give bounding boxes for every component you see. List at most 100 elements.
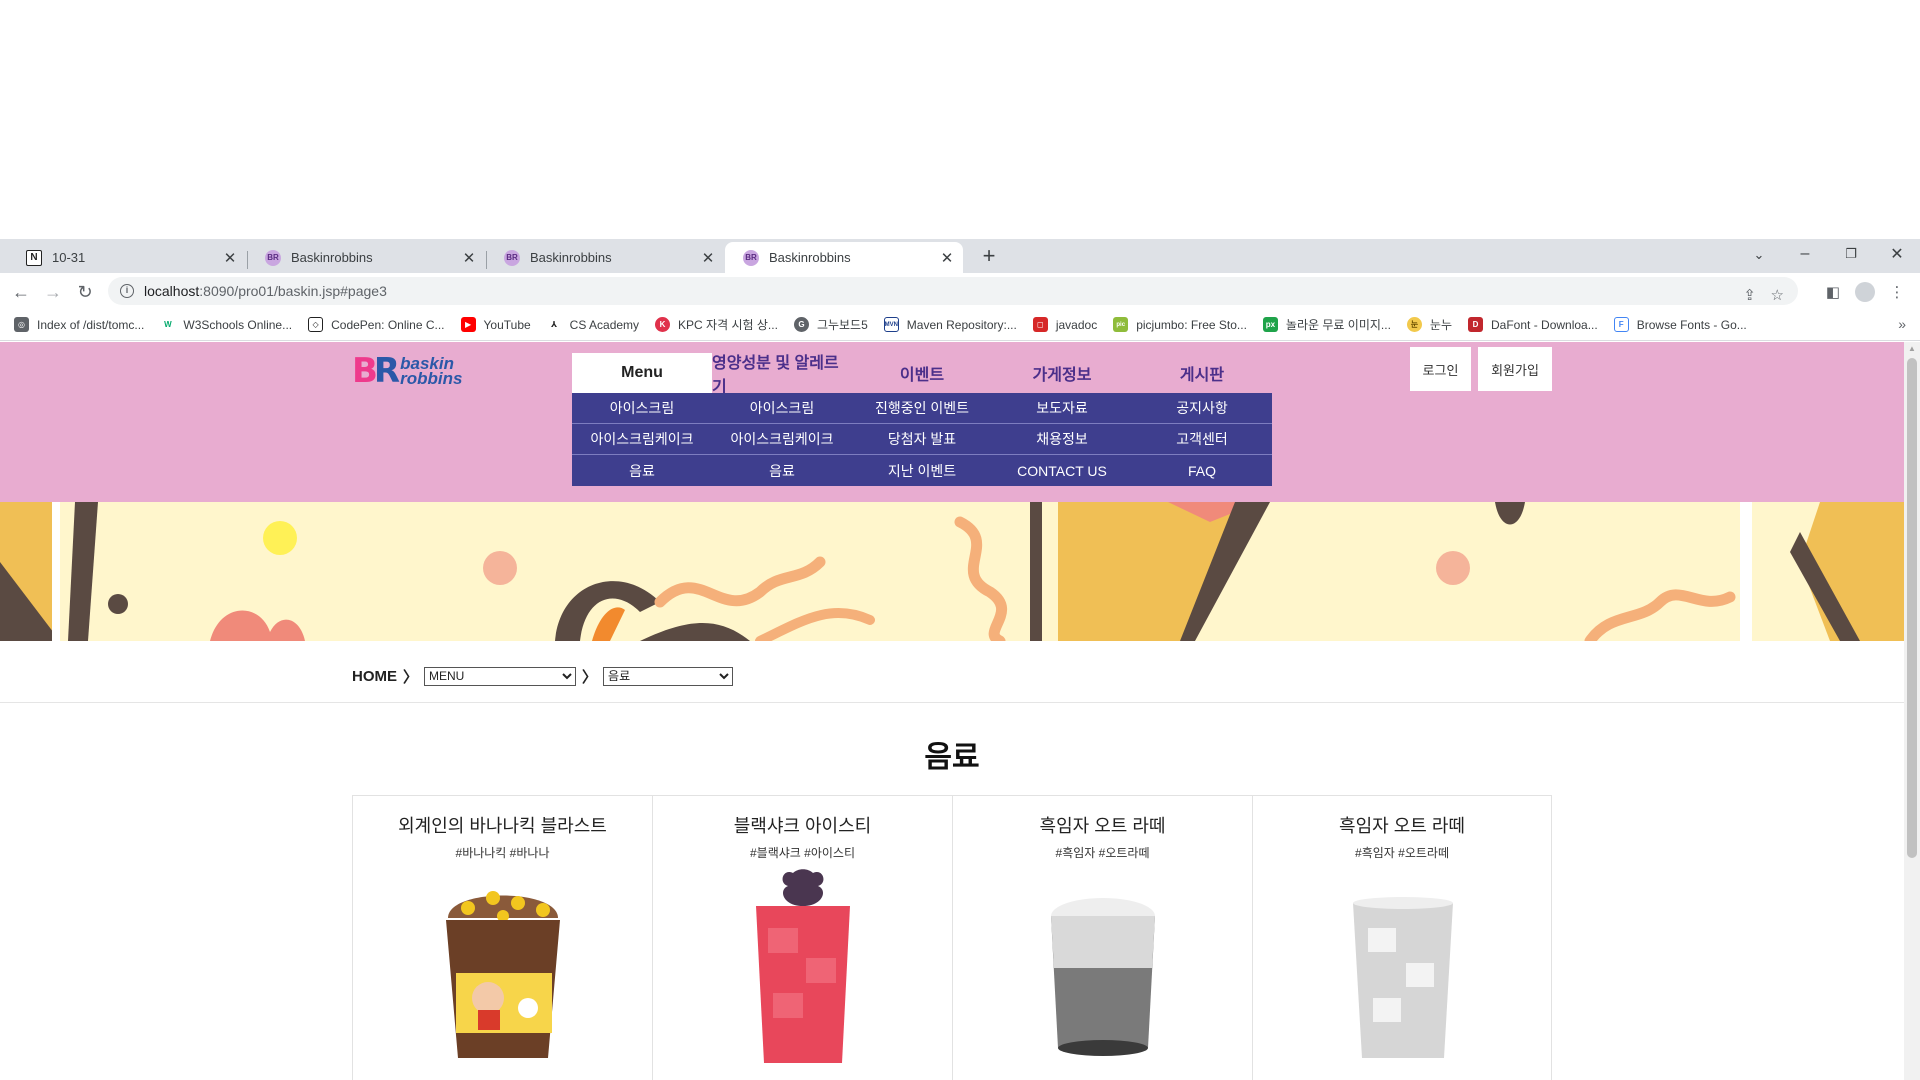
bookmark-item[interactable]: ◇ CodePen: Online C... [308, 317, 445, 332]
tab-close-icon[interactable]: ✕ [698, 249, 718, 267]
maven-icon: MVN [883, 317, 899, 332]
submenu-item[interactable]: 진행중인 이벤트 [852, 393, 992, 423]
submenu-item[interactable]: 음료 [572, 455, 712, 486]
tab-2[interactable]: BR Baskinrobbins ✕ [247, 242, 485, 273]
bookmark-item[interactable]: ▶ YouTube [460, 317, 531, 332]
reload-icon[interactable]: ↻ [72, 279, 98, 305]
baskin-robbins-logo[interactable]: BR baskin robbins [352, 351, 472, 391]
bookmark-item[interactable]: G 그누보드5 [793, 316, 868, 333]
bookmark-item[interactable]: ◎ Index of /dist/tomc... [14, 317, 144, 332]
chevron-right-icon: 〉 [582, 668, 598, 686]
submenu-item[interactable]: 공지사항 [1132, 393, 1272, 423]
nav-menu[interactable]: Menu [572, 353, 712, 393]
bookmark-item[interactable]: MVN Maven Repository:... [883, 317, 1017, 332]
submenu-item[interactable]: 보도자료 [992, 393, 1132, 423]
tab-search-icon[interactable]: ⌄ [1736, 240, 1782, 270]
bookmark-item[interactable]: pic picjumbo: Free Sto... [1113, 317, 1247, 332]
product-tags: #블랙샤크 #아이스티 [749, 846, 855, 860]
share-icon[interactable]: ⇪ [1743, 286, 1756, 304]
subcategory-select[interactable]: 음료 [603, 666, 734, 686]
login-button[interactable]: 로그인 [1410, 347, 1471, 391]
google-fonts-icon: F [1613, 317, 1629, 332]
bookmark-star-icon[interactable]: ☆ [1771, 286, 1784, 304]
bookmark-item[interactable]: ◻ javadoc [1032, 317, 1098, 332]
site-info-icon[interactable]: i [120, 284, 134, 298]
submenu-item[interactable]: FAQ [1132, 455, 1272, 486]
bookmark-label: KPC 자격 시험 상... [678, 318, 778, 332]
bookmark-item[interactable]: ⅄ CS Academy [546, 317, 639, 332]
hero-banner [0, 502, 1904, 641]
bookmark-label: W3Schools Online... [183, 317, 293, 332]
product-image [446, 891, 560, 1058]
tab-4-active[interactable]: BR Baskinrobbins ✕ [725, 242, 963, 273]
blank-area [0, 0, 1920, 239]
bookmark-label: javadoc [1055, 317, 1098, 332]
submenu-item[interactable]: CONTACT US [992, 455, 1132, 486]
address-bar[interactable]: i localhost:8090/pro01/baskin.jsp#page3 … [108, 277, 1798, 305]
noonnu-icon: 눈 [1406, 317, 1422, 332]
submenu-row: 아이스크림 아이스크림 진행중인 이벤트 보도자료 공지사항 [572, 393, 1272, 424]
main-nav: Menu 영양성분 및 알레르기 이벤트 가게정보 게시판 [572, 353, 1272, 396]
nav-store-info[interactable]: 가게정보 [992, 353, 1132, 393]
close-window-button[interactable]: ✕ [1874, 239, 1920, 269]
restore-button[interactable]: ❐ [1828, 239, 1874, 269]
product-grid: 외계인의 바나나킥 블라스트 #바나나킥 #바나나 블랙샤크 아이스티 #블랙샤… [352, 795, 1552, 1080]
tab-1[interactable]: N 10-31 ✕ [8, 242, 246, 273]
tab-title: 10-31 [52, 250, 86, 265]
bookmark-item[interactable]: W W3Schools Online... [160, 317, 292, 332]
page-title: 음료 [924, 741, 980, 774]
new-tab-button[interactable]: + [976, 243, 1002, 269]
submenu-item[interactable]: 지난 이벤트 [852, 455, 992, 486]
submenu-item[interactable]: 아이스크림 [712, 393, 852, 423]
forward-arrow-icon[interactable]: → [40, 279, 66, 305]
submenu-row: 아이스크림케이크 아이스크림케이크 당첨자 발표 채용정보 고객센터 [572, 424, 1272, 455]
cs-academy-icon: ⅄ [546, 317, 562, 332]
url-host: localhost [144, 283, 200, 299]
tab-close-icon[interactable]: ✕ [459, 249, 479, 267]
browser-menu-icon[interactable]: ⋮ [1884, 279, 1910, 305]
tab-3[interactable]: BR Baskinrobbins ✕ [486, 242, 724, 273]
dropdown-submenu: 아이스크림 아이스크림 진행중인 이벤트 보도자료 공지사항 아이스크림케이크 … [572, 393, 1272, 486]
back-arrow-icon[interactable]: ← [8, 279, 34, 305]
profile-avatar-icon[interactable] [1852, 279, 1878, 305]
nav-board[interactable]: 게시판 [1132, 353, 1272, 393]
submenu-item[interactable]: 음료 [712, 455, 852, 486]
divider [0, 702, 1904, 703]
category-select[interactable]: MENU [424, 666, 577, 686]
codepen-icon: ◇ [308, 317, 324, 332]
bookmark-item[interactable]: K KPC 자격 시험 상... [655, 316, 778, 333]
banner-illustration [0, 502, 1904, 641]
submenu-item[interactable]: 아이스크림케이크 [712, 424, 852, 454]
url-text: localhost:8090/pro01/baskin.jsp#page3 [144, 283, 387, 299]
tab-close-icon[interactable]: ✕ [220, 249, 240, 267]
tab-close-icon[interactable]: ✕ [937, 249, 957, 267]
breadcrumb-home[interactable]: HOME [352, 668, 397, 685]
submenu-item[interactable]: 채용정보 [992, 424, 1132, 454]
signup-button[interactable]: 회원가입 [1478, 347, 1552, 391]
submenu-item[interactable]: 아이스크림케이크 [572, 424, 712, 454]
side-panel-icon[interactable]: ◧ [1820, 279, 1846, 305]
breadcrumb: HOME 〉 MENU 〉 음료 [352, 664, 739, 688]
bookmark-item[interactable]: D DaFont - Downloa... [1468, 317, 1598, 332]
bookmark-item[interactable]: F Browse Fonts - Go... [1613, 317, 1747, 332]
nav-nutrition[interactable]: 영양성분 및 알레르기 [712, 353, 852, 396]
product-card[interactable]: 흑임자 오트 라떼 #흑임자 #오트라떼 [952, 796, 1252, 1080]
scroll-up-icon[interactable]: ▲ [1908, 344, 1916, 353]
nav-event[interactable]: 이벤트 [852, 353, 992, 393]
bookmark-item[interactable]: 눈 눈누 [1406, 316, 1452, 333]
submenu-item[interactable]: 고객센터 [1132, 424, 1272, 454]
tab-strip: N 10-31 ✕ BR Baskinrobbins ✕ BR Baskinro… [0, 239, 1920, 273]
product-name: 블랙샤크 아이스티 [733, 816, 872, 836]
submenu-item[interactable]: 아이스크림 [572, 393, 712, 423]
submenu-row: 음료 음료 지난 이벤트 CONTACT US FAQ [572, 455, 1272, 486]
vertical-scrollbar[interactable]: ▲ [1904, 342, 1920, 1080]
scrollbar-thumb[interactable] [1907, 358, 1917, 858]
product-card[interactable]: 흑임자 오트 라떼 #흑임자 #오트라떼 [1252, 796, 1552, 1080]
bookmark-item[interactable]: px 놀라운 무료 이미지... [1262, 316, 1391, 333]
baskin-favicon-icon: BR [743, 249, 759, 266]
product-card[interactable]: 외계인의 바나나킥 블라스트 #바나나킥 #바나나 [352, 796, 652, 1080]
minimize-button[interactable]: – [1782, 239, 1828, 269]
submenu-item[interactable]: 당첨자 발표 [852, 424, 992, 454]
bookmarks-overflow-button[interactable]: » [1898, 316, 1906, 332]
product-card[interactable]: 블랙샤크 아이스티 #블랙샤크 #아이스티 [652, 796, 952, 1080]
